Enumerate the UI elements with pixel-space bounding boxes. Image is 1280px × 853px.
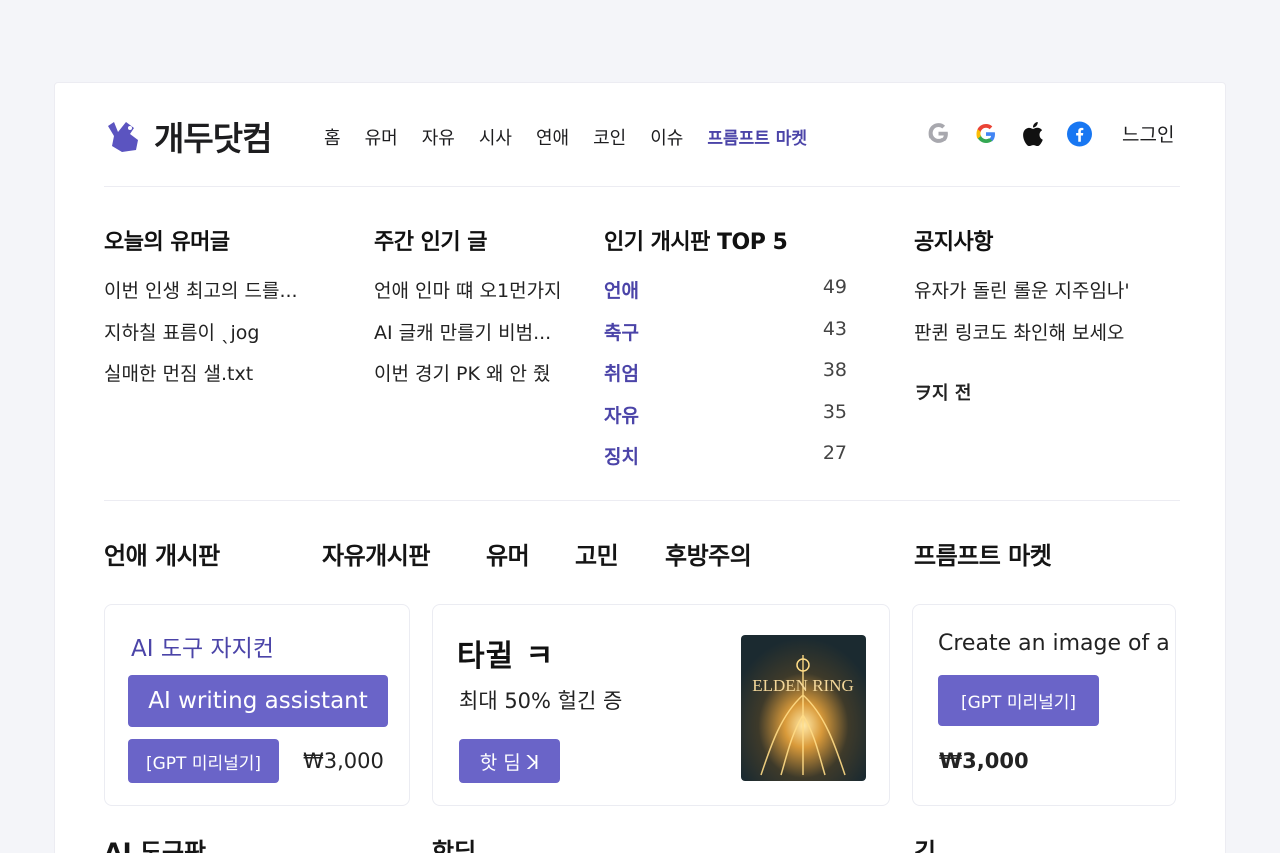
board-count: 49 — [822, 276, 847, 298]
board-name: 취엄 — [604, 363, 639, 385]
nav-news[interactable]: 시사 — [479, 124, 512, 150]
prompt-text: Create an image of a — [938, 631, 1170, 656]
notice-time: ヲ지 전 — [914, 383, 972, 404]
board-name: 축구 — [604, 321, 639, 344]
nav-issue[interactable]: 이슈 — [650, 124, 683, 150]
tab-nsfw[interactable]: 후방주의 — [665, 536, 752, 571]
hot-deal-card[interactable]: 타귈 ㅋ 최대 50% 헐긴 증 핫 딤 ꓘ ELDEN RING — [432, 604, 890, 806]
card-subtitle: 최대 50% 헐긴 증 — [459, 689, 623, 713]
hot-deal-heading[interactable]: 핫딤 — [432, 832, 476, 853]
tab-prompt-market[interactable]: 프름프트 마켓 — [914, 536, 1052, 571]
logo-text: 개두닷컴 — [154, 119, 272, 158]
nav-humor[interactable]: 유머 — [365, 124, 398, 150]
google-color-icon[interactable] — [973, 121, 998, 146]
tab-worry[interactable]: 고민 — [575, 536, 619, 571]
header-divider — [104, 186, 1180, 187]
board-name: 자유 — [604, 404, 639, 427]
prompt-card[interactable]: Create an image of a [GPT 미리널기] ₩3,000 — [912, 604, 1176, 806]
notice-item[interactable]: 판퀸 링코도 촤인해 보세오 — [914, 318, 1176, 360]
tab-dating-board[interactable]: 언애 개시판 — [104, 536, 220, 571]
elden-ring-cover-image[interactable]: ELDEN RING — [741, 635, 866, 781]
facebook-icon[interactable] — [1067, 121, 1092, 146]
board-count: 27 — [822, 442, 847, 464]
google-gray-icon[interactable] — [926, 121, 951, 146]
top5-title: 인기 개시판 TOP 5 — [604, 230, 788, 255]
login-button[interactable]: 느그인 — [1122, 121, 1174, 146]
weekly-post[interactable]: 언애 인마 떄 오1먼가지 — [374, 276, 588, 318]
card-title: AI 도구 자지컨 — [131, 636, 274, 662]
humor-post[interactable]: 이번 인생 최고의 드를... — [104, 276, 344, 318]
weekly-title: 주간 인기 글 — [374, 230, 488, 255]
nav-coin[interactable]: 코인 — [593, 124, 626, 150]
weekly-column: 주간 인기 글 언애 인마 떄 오1먼가지 AI 글캐 만를기 비범... 이번… — [374, 224, 588, 401]
social-login-bar: 느그인 — [926, 121, 1174, 146]
hot-deal-button[interactable]: 핫 딤 ꓘ — [459, 739, 560, 783]
board-count: 35 — [822, 400, 847, 423]
board-count: 43 — [822, 317, 847, 340]
top5-item[interactable]: 축구 43 — [604, 318, 847, 360]
humor-title: 오늘의 유머글 — [104, 230, 230, 255]
notice-item[interactable]: 유자가 돌린 롤운 지주임나' — [914, 276, 1176, 318]
top5-column: 인기 개시판 TOP 5 언애 49 축구 43 취엄 38 자유 35 징치 27 — [604, 224, 847, 484]
humor-post[interactable]: 지하칠 표름이 ˎjog — [104, 318, 344, 360]
nav-home[interactable]: 홈 — [324, 124, 341, 150]
weekly-post[interactable]: AI 글캐 만를기 비범... — [374, 318, 588, 360]
other-heading[interactable]: 긴 — [914, 832, 936, 853]
cover-title-text: ELDEN RING — [752, 676, 854, 695]
board-name: 언애 — [604, 280, 639, 302]
notice-column: 공지사항 유자가 돌린 롤운 지주임나' 판퀸 링코도 촤인해 보세오 ヲ지 전 — [914, 224, 1176, 405]
apple-icon[interactable] — [1020, 121, 1045, 146]
tab-humor[interactable]: 유머 — [486, 536, 530, 571]
ai-writing-button[interactable]: AI writing assistant — [128, 675, 388, 727]
nav-free[interactable]: 자유 — [422, 124, 455, 150]
nav-dating[interactable]: 연애 — [536, 124, 569, 150]
board-count: 38 — [822, 359, 847, 381]
card-title: 타귈 ㅋ — [457, 639, 555, 674]
tab-free-board[interactable]: 자유개시판 — [322, 536, 430, 571]
ai-tools-heading[interactable]: AI 도구판 — [104, 832, 206, 853]
main-nav: 홈 유머 자유 시사 연애 코인 이슈 프름프트 마켓 — [324, 124, 831, 150]
price: ₩3,000 — [939, 749, 1029, 773]
dog-logo-icon — [108, 122, 138, 152]
section-divider — [104, 500, 1180, 501]
board-name: 징치 — [604, 446, 639, 468]
price: ₩3,000 — [303, 749, 384, 773]
ai-tool-card[interactable]: AI 도구 자지컨 AI writing assistant [GPT 미리널기… — [104, 604, 410, 806]
nav-prompt-market[interactable]: 프름프트 마켓 — [707, 124, 807, 150]
top5-item[interactable]: 징치 27 — [604, 442, 847, 484]
site-logo[interactable]: 개두닷컴 — [104, 112, 272, 160]
top5-item[interactable]: 언애 49 — [604, 276, 847, 318]
humor-post[interactable]: 실매한 먼짐 샐.txt — [104, 359, 344, 401]
top5-item[interactable]: 취엄 38 — [604, 359, 847, 401]
top5-item[interactable]: 자유 35 — [604, 401, 847, 443]
humor-column: 오늘의 유머글 이번 인생 최고의 드를... 지하칠 표름이 ˎjog 실매한… — [104, 224, 344, 401]
weekly-post[interactable]: 이번 경기 PK 왜 안 줬 — [374, 359, 588, 401]
notice-title: 공지사항 — [914, 230, 993, 255]
gpt-preview-button[interactable]: [GPT 미리널기] — [938, 675, 1099, 726]
gpt-preview-button[interactable]: [GPT 미리널기] — [128, 739, 279, 783]
